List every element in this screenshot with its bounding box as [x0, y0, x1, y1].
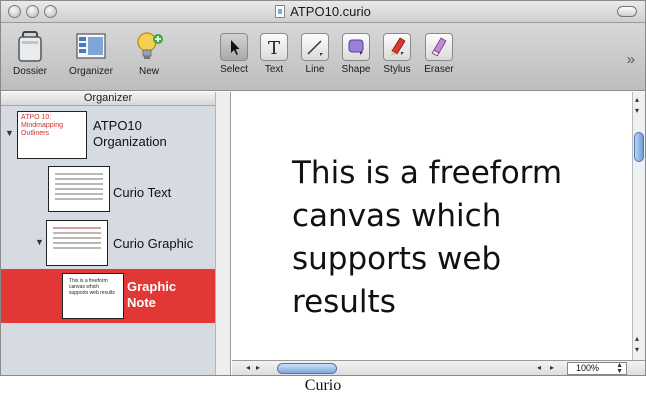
disclosure-triangle-icon[interactable]: ▼ [35, 237, 44, 247]
shape-label: Shape [341, 64, 371, 75]
new-label: New [138, 66, 159, 77]
node-thumbnail: This is a freeform canvas which supports… [62, 273, 124, 319]
new-button[interactable]: New [131, 29, 167, 77]
canvas-bottom-bar: ◂ ▸ ◂ ▸ 100% ▲ ▼ [232, 360, 645, 375]
node-thumbnail-text: This is a freeform canvas which supports… [69, 278, 115, 296]
canvas-text-line: results [292, 284, 396, 320]
text-label: Text [264, 64, 284, 75]
node-thumbnail-text: ATPO 10: Mindmapping Outliners [21, 114, 64, 137]
organizer-icon [74, 29, 108, 63]
toolbar-overflow-button[interactable]: » [627, 51, 635, 68]
line-tool-button[interactable]: Line [298, 29, 332, 75]
figure-caption: Curio [304, 377, 342, 394]
text-tool-button[interactable]: T Text [257, 29, 291, 75]
vertical-scroll-knob[interactable] [634, 132, 644, 162]
organizer-node-curio-graphic[interactable]: ▼ Curio Graphic [1, 216, 215, 272]
eraser-tool-button[interactable]: Eraser [421, 29, 457, 75]
select-tool-button[interactable]: Select [217, 29, 251, 75]
dossier-label: Dossier [13, 66, 47, 77]
stylus-icon [383, 33, 411, 61]
select-label: Select [220, 64, 248, 75]
canvas-text-figure[interactable]: This is a freeform canvas which supports… [292, 152, 632, 324]
node-label-line1: ATPO10 [93, 118, 142, 133]
node-label: ATPO10 Organization [93, 118, 167, 150]
arrow-icon [220, 33, 248, 61]
text-icon: T [260, 33, 288, 61]
line-icon [301, 33, 329, 61]
organizer-scrollbar[interactable] [215, 92, 230, 375]
stylus-label: Stylus [383, 64, 411, 75]
line-label: Line [305, 64, 325, 75]
organizer-header: Organizer [1, 92, 215, 106]
disclosure-triangle-icon[interactable]: ▼ [5, 128, 14, 138]
organizer-label: Organizer [69, 66, 113, 77]
node-thumbnail [46, 220, 108, 266]
node-thumbnail: ATPO 10: Mindmapping Outliners [17, 111, 87, 159]
organizer-node-graphic-note[interactable]: This is a freeform canvas which supports… [1, 269, 215, 323]
scroll-up-arrow-icon[interactable]: ▴ [635, 95, 639, 104]
organizer-sidebar: Organizer ▼ ATPO 10: Mindmapping Outline… [1, 92, 231, 375]
zoom-value: 100% [576, 363, 600, 373]
toolbar-toggle-button[interactable] [617, 6, 637, 17]
window-title-text: ATPO10.curio [290, 4, 371, 19]
svg-text:T: T [268, 38, 280, 59]
scroll-down-arrow-icon[interactable]: ▾ [635, 345, 639, 354]
node-label-line2: Note [127, 295, 156, 310]
node-label-line2: Organization [93, 134, 167, 149]
node-thumbnail [48, 166, 110, 212]
organizer-button[interactable]: Organizer [63, 29, 119, 77]
scroll-left-arrow-icon[interactable]: ◂ [537, 363, 541, 372]
organizer-node-atpo10[interactable]: ▼ ATPO 10: Mindmapping Outliners ATPO10 … [1, 108, 215, 168]
canvas-text-line: canvas which [292, 198, 502, 234]
lightbulb-icon [132, 29, 166, 63]
title-bar: ATPO10.curio [1, 1, 645, 23]
stylus-tool-button[interactable]: Stylus [378, 29, 416, 75]
freeform-canvas[interactable]: This is a freeform canvas which supports… [232, 92, 631, 360]
node-label: Curio Text [113, 185, 172, 200]
window-title: ATPO10.curio [1, 4, 645, 19]
eraser-icon [425, 33, 453, 61]
organizer-node-curio-text[interactable]: Curio Text [1, 166, 215, 214]
canvas-text-line: supports web [292, 241, 502, 277]
scroll-down-arrow-icon[interactable]: ▾ [635, 106, 639, 115]
zoom-stepper-icon[interactable]: ▲ ▼ [616, 362, 623, 375]
shape-tool-button[interactable]: Shape [338, 29, 374, 75]
scroll-left-arrow-icon[interactable]: ◂ [246, 363, 250, 372]
node-label-line1: Graphic [127, 279, 177, 294]
scroll-up-arrow-icon[interactable]: ▴ [635, 334, 639, 343]
canvas-text-line: This is a freeform [292, 155, 563, 191]
horizontal-scroll-knob[interactable] [277, 363, 337, 374]
scroll-right-arrow-icon[interactable]: ▸ [256, 363, 260, 372]
scroll-right-arrow-icon[interactable]: ▸ [550, 363, 554, 372]
shape-icon [342, 33, 370, 61]
app-window: ATPO10.curio Dossier Organizer New Selec… [0, 0, 646, 376]
eraser-label: Eraser [424, 64, 454, 75]
zoom-select[interactable]: 100% ▲ ▼ [567, 362, 627, 375]
document-icon [275, 5, 286, 18]
dossier-button[interactable]: Dossier [9, 29, 51, 77]
canvas-vertical-scrollbar[interactable]: ▴ ▾ ▴ ▾ [632, 92, 645, 360]
node-label: Curio Graphic [113, 236, 194, 251]
node-label: Graphic Note [127, 279, 176, 311]
briefcase-icon [13, 29, 47, 63]
toolbar: Dossier Organizer New Select T Text Line… [1, 23, 645, 91]
